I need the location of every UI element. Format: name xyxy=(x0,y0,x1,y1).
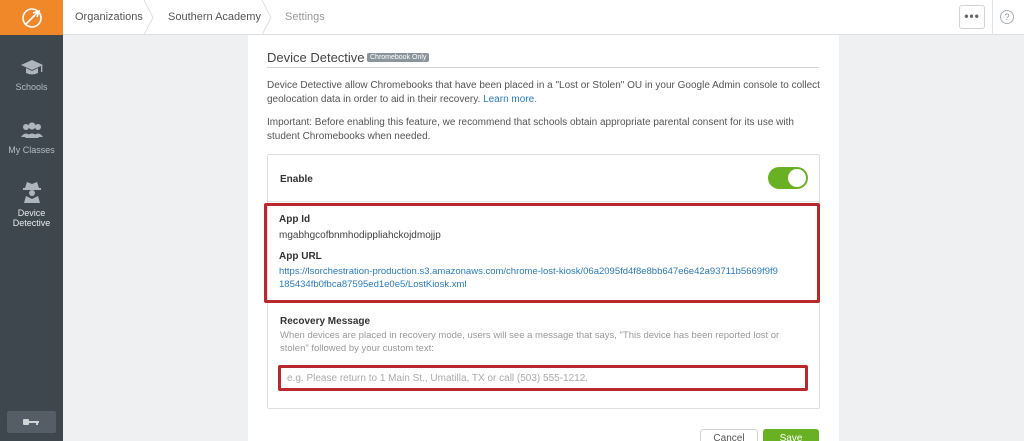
sidebar-item-schools[interactable]: Schools xyxy=(0,58,63,92)
sidebar-item-device-detective[interactable]: Device Detective xyxy=(0,180,63,228)
sidebar-item-my-classes[interactable]: My Classes xyxy=(0,121,63,155)
sidebar: Schools My Classes Device Detective xyxy=(0,0,63,441)
description-text: Device Detective allow Chromebooks that … xyxy=(267,80,820,105)
group-icon xyxy=(20,122,43,138)
app-url-label: App URL xyxy=(279,251,322,262)
key-icon xyxy=(22,419,39,425)
recovery-message-input[interactable] xyxy=(278,365,808,391)
section-header: Device Detective Chromebook Only xyxy=(267,50,819,68)
recovery-message-description: When devices are placed in recovery mode… xyxy=(280,330,780,354)
top-bar: Organizations Southern Academy Settings … xyxy=(63,0,1024,35)
important-note: Important: Before enabling this feature,… xyxy=(267,117,794,142)
compass-logo-icon[interactable] xyxy=(0,0,63,35)
breadcrumb-settings: Settings xyxy=(285,11,325,23)
sidebar-item-label: Schools xyxy=(15,82,48,92)
app-info-highlight: App Id mgabhgcofbnmhodippliahckojdmojjp … xyxy=(264,203,820,303)
detective-icon xyxy=(22,182,41,203)
app-url-link[interactable]: https://lsorchestration-production.s3.am… xyxy=(279,265,779,291)
section-description: Device Detective allow Chromebooks that … xyxy=(267,79,827,107)
device-detective-panel: Enable App Id mgabhgcofbnmhodippliahckoj… xyxy=(264,154,820,409)
breadcrumb-separator-icon xyxy=(143,0,154,35)
help-icon[interactable]: ? xyxy=(1000,10,1014,24)
cancel-button[interactable]: Cancel xyxy=(700,429,758,441)
divider xyxy=(992,0,993,35)
enable-label: Enable xyxy=(280,174,313,185)
toggle-knob xyxy=(788,169,806,187)
recovery-message-label: Recovery Message xyxy=(280,316,371,327)
learn-more-link[interactable]: Learn more. xyxy=(483,94,537,105)
save-button[interactable]: Save xyxy=(763,429,819,441)
app-id-value: mgabhgcofbnmhodippliahckojdmojjp xyxy=(279,230,441,241)
breadcrumb-separator-icon xyxy=(261,0,272,35)
app-id-label: App Id xyxy=(279,214,311,225)
breadcrumb-southern-academy[interactable]: Southern Academy xyxy=(168,0,261,35)
breadcrumb-organizations[interactable]: Organizations xyxy=(75,0,143,35)
enable-toggle[interactable] xyxy=(768,167,808,189)
sidebar-item-label: My Classes xyxy=(8,145,55,155)
chromebook-only-badge: Chromebook Only xyxy=(367,53,430,62)
sidebar-item-label: Device Detective xyxy=(12,208,51,228)
more-options-button[interactable]: ••• xyxy=(959,5,985,29)
divider xyxy=(268,201,819,202)
graduation-cap-icon xyxy=(20,60,43,75)
section-title: Device Detective xyxy=(267,50,365,65)
settings-card: Device Detective Chromebook Only Device … xyxy=(248,35,839,441)
key-button[interactable] xyxy=(7,411,56,433)
